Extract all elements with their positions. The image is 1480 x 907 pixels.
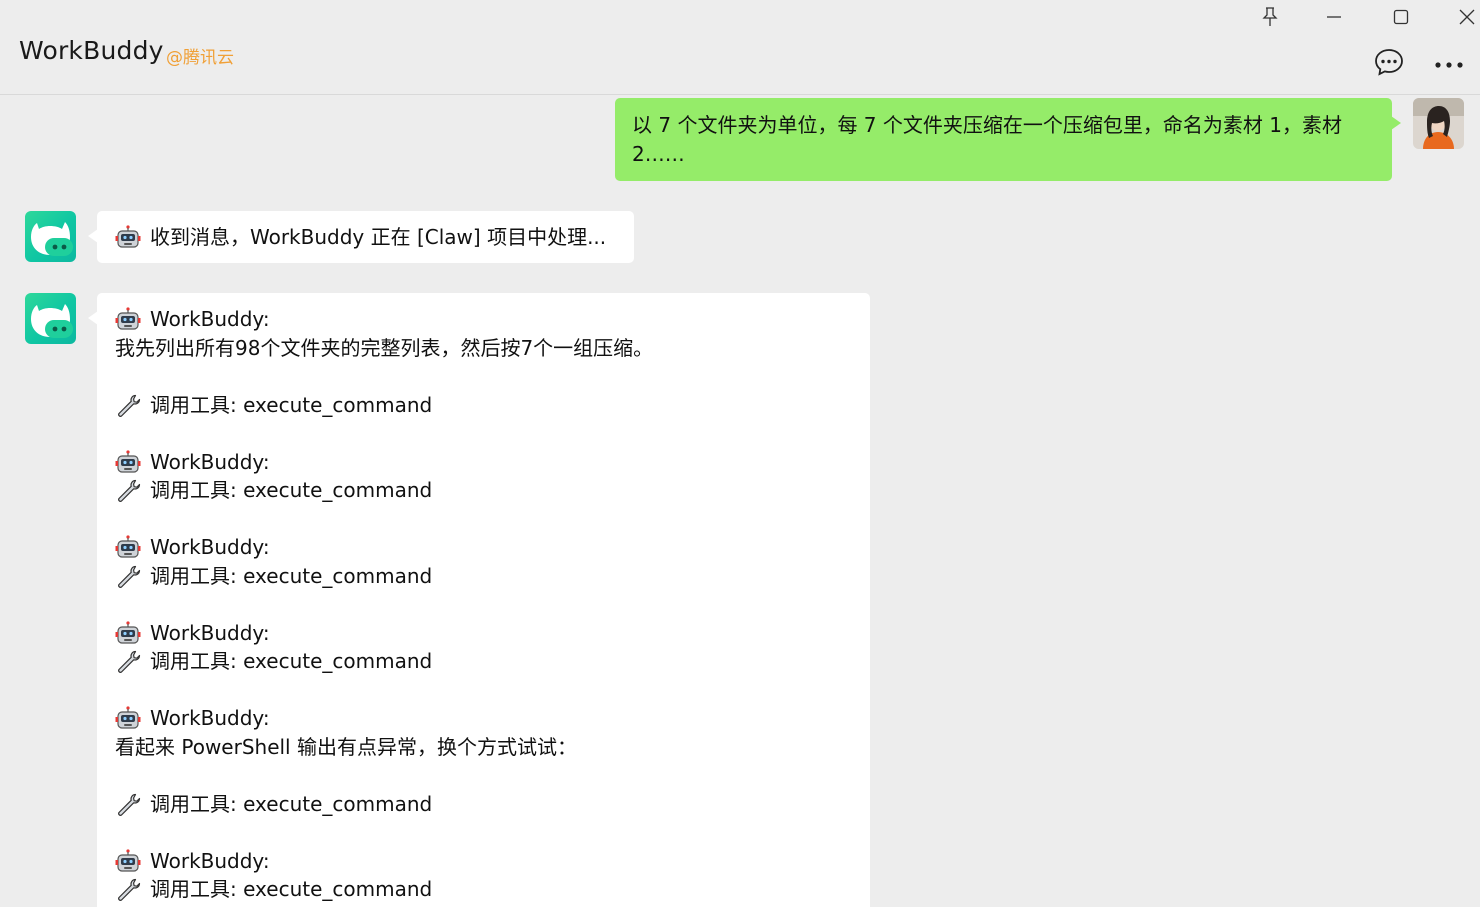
wrench-emoji-icon <box>115 792 141 816</box>
bot-line-text: WorkBuddy: <box>150 620 270 645</box>
maximize-icon <box>1393 9 1409 25</box>
bot-message-bubble: 收到消息，WorkBuddy 正在 [Claw] 项目中处理... <box>88 211 634 263</box>
pin-button[interactable] <box>1250 2 1290 32</box>
bot-avatar[interactable] <box>25 293 76 344</box>
close-button[interactable] <box>1447 2 1480 32</box>
robot-emoji-icon <box>115 307 141 331</box>
wrench-emoji-icon <box>115 393 141 417</box>
wrench-emoji-icon <box>115 877 141 902</box>
tool-call-line: 调用工具: execute_command <box>115 476 852 505</box>
bot-line-text: 我先列出所有98个文件夹的完整列表，然后按7个一组压缩。 <box>115 335 654 360</box>
bot-speaker-line: WorkBuddy: <box>115 619 852 648</box>
tool-call-line: 调用工具: execute_command <box>115 562 852 591</box>
tool-call-line: 调用工具: execute_command <box>115 647 852 676</box>
bot-line-text: WorkBuddy: <box>150 848 270 873</box>
robot-emoji-icon <box>115 535 141 559</box>
bot-status-text: 收到消息，WorkBuddy 正在 [Claw] 项目中处理... <box>150 225 607 249</box>
robot-emoji-icon <box>115 706 141 730</box>
chat-button[interactable] <box>1372 48 1406 80</box>
bot-line-text: 看起来 PowerShell 输出有点异常，换个方式试试： <box>115 734 577 759</box>
app-title: WorkBuddy <box>19 36 164 65</box>
bot-line-text: WorkBuddy: <box>150 535 270 559</box>
title-bar: WorkBuddy @腾讯云 <box>0 0 1480 95</box>
bot-speaker-line: WorkBuddy: <box>115 704 852 733</box>
chat-bubble-icon <box>1373 47 1405 81</box>
wrench-emoji-icon <box>115 564 141 588</box>
wrench-emoji-icon <box>115 478 141 503</box>
bot-speaker-line: WorkBuddy: <box>115 533 852 562</box>
bot-text-line: 我先列出所有98个文件夹的完整列表，然后按7个一组压缩。 <box>115 334 852 363</box>
robot-emoji-icon <box>115 621 141 645</box>
bot-line-text: 调用工具: execute_command <box>150 877 433 901</box>
bot-status-line: 收到消息，WorkBuddy 正在 [Claw] 项目中处理... <box>115 223 616 252</box>
tool-call-line: 调用工具: execute_command <box>115 391 852 420</box>
user-message-bubble: 以 7 个文件夹为单位，每 7 个文件夹压缩在一个压缩包里，命名为素材 1，素材… <box>615 98 1401 181</box>
minimize-icon <box>1326 9 1342 25</box>
bot-line-text: 调用工具: execute_command <box>150 649 433 673</box>
minimize-button[interactable] <box>1314 2 1354 32</box>
bot-line-text: 调用工具: execute_command <box>150 478 433 502</box>
user-message-text: 以 7 个文件夹为单位，每 7 个文件夹压缩在一个压缩包里，命名为素材 1，素材… <box>632 113 1342 166</box>
robot-emoji-icon <box>115 450 141 474</box>
tool-call-line: 调用工具: execute_command <box>115 790 852 819</box>
app-window: WorkBuddy @腾讯云 以 7 个文件夹为单位，每 7 个文件夹压缩在一个… <box>0 0 1480 907</box>
bot-speaker-line: WorkBuddy: <box>115 847 852 876</box>
robot-emoji-icon <box>115 849 141 873</box>
bot-line-text: 调用工具: execute_command <box>150 392 433 417</box>
bot-message-bubble: WorkBuddy: 我先列出所有98个文件夹的完整列表，然后按7个一组压缩。 … <box>88 293 870 907</box>
user-avatar[interactable] <box>1413 98 1464 149</box>
more-dots-icon <box>1433 55 1465 74</box>
wrench-emoji-icon <box>115 649 141 674</box>
bot-line-text: 调用工具: execute_command <box>150 791 433 816</box>
bot-line-text: WorkBuddy: <box>150 449 270 474</box>
tool-call-line: 调用工具: execute_command <box>115 875 852 904</box>
more-button[interactable] <box>1432 48 1466 80</box>
close-icon <box>1459 9 1475 25</box>
bot-speaker-line: WorkBuddy: <box>115 448 852 477</box>
bot-speaker-line: WorkBuddy: <box>115 305 852 334</box>
app-subtitle: @腾讯云 <box>166 48 234 68</box>
bot-line-text: WorkBuddy: <box>150 706 270 730</box>
bot-text-line: 看起来 PowerShell 输出有点异常，换个方式试试： <box>115 733 852 762</box>
pin-icon <box>1262 7 1278 27</box>
bot-line-text: WorkBuddy: <box>150 307 270 331</box>
bot-avatar[interactable] <box>25 211 76 262</box>
robot-emoji-icon <box>115 225 141 249</box>
maximize-button[interactable] <box>1381 2 1421 32</box>
bot-line-text: 调用工具: execute_command <box>150 563 433 588</box>
